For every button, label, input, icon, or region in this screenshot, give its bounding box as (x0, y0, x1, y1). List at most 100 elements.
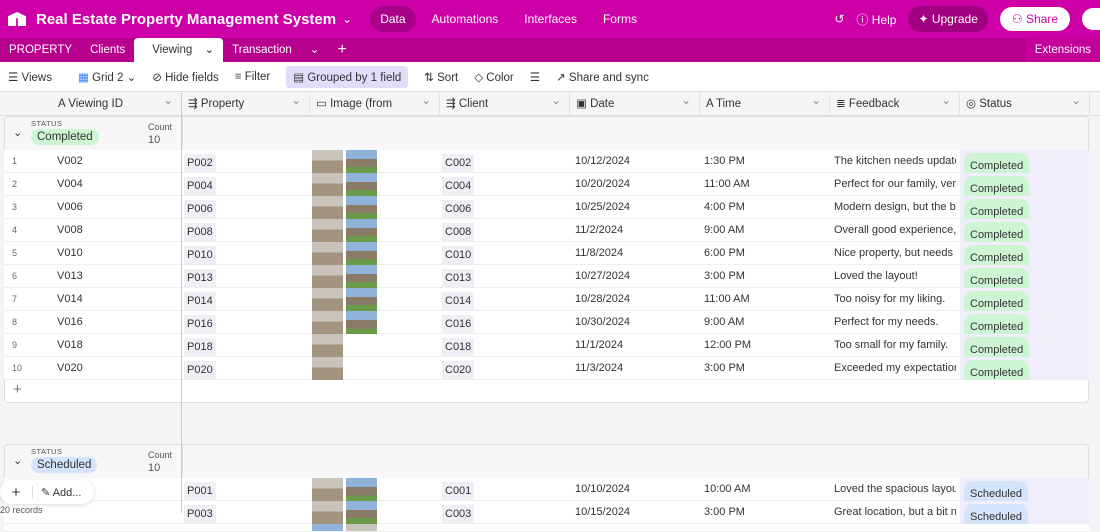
table-row[interactable]: 6 V013 P013 C013 10/27/2024 3:00 PM Love… (4, 265, 1089, 295)
column-client[interactable]: ⇶ Client (440, 90, 570, 116)
property-link-chip[interactable]: P003 (184, 505, 216, 523)
feedback-cell[interactable]: Loved the spacious layout ... (834, 478, 956, 501)
property-image-thumbnail[interactable] (312, 242, 343, 265)
share-button[interactable]: ⚇ Share (999, 7, 1070, 31)
feedback-cell[interactable]: Nice property, but needs s... (834, 242, 956, 265)
time-cell[interactable]: 3:00 PM (704, 357, 745, 380)
filter-button[interactable]: ≡ Filter (235, 71, 270, 83)
status-cell[interactable]: Completed (960, 311, 1089, 341)
notifications-bell-icon[interactable] (1082, 8, 1100, 30)
date-cell[interactable]: 10/20/2024 (575, 173, 630, 196)
viewing-id-cell[interactable]: V013 (57, 265, 83, 288)
date-cell[interactable]: 10/28/2024 (575, 288, 630, 311)
time-cell[interactable]: 6:00 PM (704, 242, 745, 265)
status-cell[interactable]: Completed (960, 150, 1089, 180)
color-button[interactable]: ◇ Color (474, 70, 514, 84)
table-row[interactable]: 10 V020 P020 C020 11/3/2024 3:00 PM Exce… (4, 357, 1089, 387)
client-link-chip[interactable]: C016 (442, 315, 475, 333)
time-cell[interactable]: 3:00 PM (704, 501, 745, 524)
tab-property[interactable]: PROPERTY (0, 38, 81, 62)
property-image-thumbnail[interactable] (312, 311, 343, 334)
feedback-cell[interactable]: Too small for my family. (834, 334, 956, 357)
add-table-icon[interactable]: + (328, 38, 355, 62)
viewing-id-cell[interactable]: V002 (57, 150, 83, 173)
date-cell[interactable]: 11/2/2024 (575, 219, 623, 242)
column-time[interactable]: A Time (700, 90, 830, 116)
feedback-cell[interactable]: Modern design, but the be... (834, 196, 956, 219)
property-image-thumbnail[interactable] (346, 265, 377, 288)
nav-data[interactable]: Data (370, 6, 416, 32)
viewing-id-cell[interactable]: V008 (57, 219, 83, 242)
table-row[interactable]: 11 V001 P001 C001 10/10/2024 10:00 AM Lo… (4, 478, 1089, 508)
status-cell[interactable]: Completed (960, 219, 1089, 249)
status-cell[interactable]: Completed (960, 357, 1089, 387)
viewing-id-cell[interactable]: V004 (57, 173, 83, 196)
sort-button[interactable]: ⇅ Sort (424, 70, 458, 84)
time-cell[interactable]: 4:00 PM (704, 196, 745, 219)
feedback-cell[interactable]: Perfect for my needs. (834, 311, 956, 334)
property-image-thumbnail[interactable] (312, 196, 343, 219)
property-link-chip[interactable]: P004 (184, 177, 216, 195)
history-icon[interactable]: ↺ (834, 12, 844, 26)
column-image[interactable]: ▭ Image (from Property) (310, 90, 440, 133)
column-viewing-id[interactable]: A Viewing ID (0, 90, 182, 116)
add-record-button[interactable]: + (0, 484, 32, 501)
date-cell[interactable]: 10/27/2024 (575, 265, 630, 288)
group-header[interactable]: ⌄ STATUS Scheduled Count 10 (4, 444, 1089, 481)
time-cell[interactable]: 3:00 PM (704, 265, 745, 288)
property-image-thumbnail[interactable] (312, 501, 343, 524)
property-link-chip[interactable]: P010 (184, 246, 216, 264)
feedback-cell[interactable]: Loved the layout! (834, 265, 956, 288)
status-cell[interactable]: Completed (960, 173, 1089, 203)
property-image-thumbnail[interactable] (312, 219, 343, 242)
table-row[interactable]: 3 V006 P006 C006 10/25/2024 4:00 PM Mode… (4, 196, 1089, 226)
status-cell[interactable]: Scheduled (960, 501, 1089, 531)
date-cell[interactable]: 11/3/2024 (575, 357, 623, 380)
row-height-icon[interactable]: ☰ (530, 70, 540, 84)
property-image-thumbnail[interactable] (346, 242, 377, 265)
date-cell[interactable]: 10/12/2024 (575, 150, 630, 173)
group-button[interactable]: ▤ Grouped by 1 field (286, 65, 409, 88)
time-cell[interactable]: 11:00 AM (704, 288, 750, 311)
nav-interfaces[interactable]: Interfaces (514, 6, 587, 32)
add-row-button[interactable]: + (4, 380, 1089, 403)
property-image-thumbnail[interactable] (346, 150, 377, 173)
status-cell[interactable]: Scheduled (960, 478, 1089, 508)
date-cell[interactable]: 10/10/2024 (575, 478, 630, 501)
table-row[interactable]: P003 C003 10/15/2024 3:00 PM Great locat… (4, 501, 1089, 531)
time-cell[interactable]: 11:00 AM (704, 173, 750, 196)
client-link-chip[interactable]: C003 (442, 505, 475, 523)
property-link-chip[interactable]: P013 (184, 269, 216, 287)
time-cell[interactable]: 12:00 PM (704, 334, 751, 357)
feedback-cell[interactable]: Too noisy for my liking. (834, 288, 956, 311)
property-link-chip[interactable]: P006 (184, 200, 216, 218)
property-link-chip[interactable]: P008 (184, 223, 216, 241)
column-feedback[interactable]: ≣ Feedback (830, 90, 960, 116)
status-cell[interactable]: Completed (960, 334, 1089, 364)
property-image-thumbnail[interactable] (346, 196, 377, 219)
client-link-chip[interactable]: C013 (442, 269, 475, 287)
property-link-chip[interactable]: P016 (184, 315, 216, 333)
property-image-thumbnail[interactable] (312, 265, 343, 288)
status-cell[interactable]: Completed (960, 288, 1089, 318)
property-image-thumbnail[interactable] (312, 288, 343, 311)
feedback-cell[interactable]: The kitchen needs updates,... (834, 150, 956, 173)
property-image-thumbnail[interactable] (312, 334, 343, 357)
client-link-chip[interactable]: C002 (442, 154, 475, 172)
feedback-cell[interactable]: Great location, but a bit noi... (834, 501, 956, 524)
viewing-id-cell[interactable]: V020 (57, 357, 83, 380)
table-row[interactable]: 9 V018 P018 C018 11/1/2024 12:00 PM Too … (4, 334, 1089, 364)
column-date[interactable]: ▣ Date (570, 90, 700, 116)
share-sync-button[interactable]: ↗ Share and sync (556, 70, 649, 84)
date-cell[interactable]: 11/1/2024 (575, 334, 623, 357)
property-link-chip[interactable]: P018 (184, 338, 216, 356)
date-cell[interactable]: 11/8/2024 (575, 242, 623, 265)
tab-transaction[interactable]: Transaction (223, 38, 301, 62)
client-link-chip[interactable]: C004 (442, 177, 475, 195)
client-link-chip[interactable]: C006 (442, 200, 475, 218)
collapse-chevron-icon[interactable]: ⌄ (13, 126, 22, 139)
property-link-chip[interactable]: P020 (184, 361, 216, 379)
property-image-thumbnail[interactable] (346, 311, 377, 334)
client-link-chip[interactable]: C008 (442, 223, 475, 241)
client-link-chip[interactable]: C010 (442, 246, 475, 264)
